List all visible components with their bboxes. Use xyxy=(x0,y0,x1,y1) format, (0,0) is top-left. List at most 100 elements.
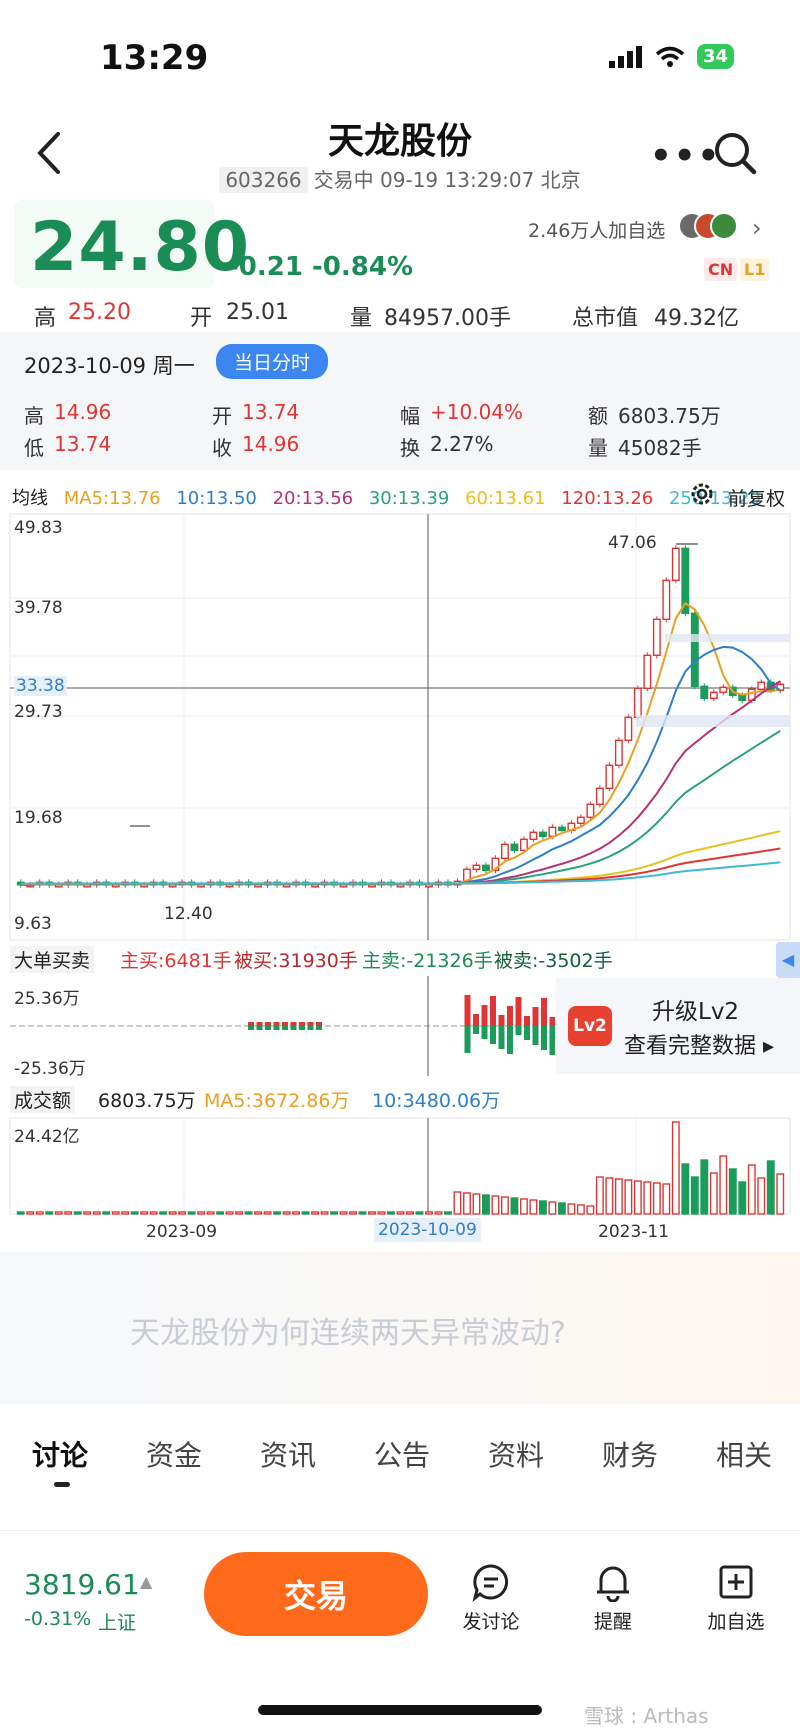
open-value: 25.01 xyxy=(226,300,289,325)
alert-button[interactable]: 提醒 xyxy=(578,1562,648,1634)
volume-bar xyxy=(330,1211,338,1215)
kline-y-top: 49.83 xyxy=(14,518,63,538)
big-order-bar xyxy=(498,1015,505,1026)
big-order-bar xyxy=(248,1026,254,1030)
big-order-bar xyxy=(248,1022,254,1026)
day-amount-label: 额 xyxy=(588,404,608,428)
followers-count[interactable]: 2.46万人加自选 xyxy=(528,216,665,243)
day-range-value: +10.04% xyxy=(430,400,524,424)
search-icon[interactable] xyxy=(712,130,758,176)
tab-profile[interactable]: 资料 xyxy=(488,1434,544,1474)
ma30-value: 30:13.39 xyxy=(368,488,450,509)
index-name: 上证 xyxy=(98,1612,137,1634)
volume-bar xyxy=(16,1211,25,1215)
adjust-mode[interactable]: 前复权 xyxy=(728,484,785,511)
volume-bar xyxy=(557,1202,566,1215)
volume-bar xyxy=(140,1211,149,1215)
volume-y-top: 24.42亿 xyxy=(14,1127,80,1147)
volume-bar xyxy=(263,1211,272,1215)
candle-body xyxy=(652,618,661,657)
candle-body xyxy=(519,838,528,851)
tab-finance[interactable]: 财务 xyxy=(602,1434,658,1474)
big-order-bar xyxy=(282,1026,288,1030)
day-open-value: 13.74 xyxy=(242,400,300,424)
volume-bar xyxy=(102,1211,111,1215)
tab-news[interactable]: 资讯 xyxy=(260,1434,316,1474)
volume-bar xyxy=(187,1211,196,1215)
lv2-title: 升级Lv2 xyxy=(652,999,740,1025)
add-label: 加自选 xyxy=(707,1611,765,1633)
news-banner[interactable]: 天龙股份为何连续两天异常波动? xyxy=(0,1252,800,1404)
big-order-bar xyxy=(290,1022,297,1026)
ma20-value: 20:13.56 xyxy=(272,488,354,509)
volume-bar xyxy=(311,1211,320,1215)
discuss-label: 发讨论 xyxy=(462,1611,520,1633)
volume-bar xyxy=(254,1211,263,1215)
tab-related[interactable]: 相关 xyxy=(716,1434,772,1474)
big-order-bar xyxy=(316,1022,322,1026)
kline-y-cross: 33.38 xyxy=(14,676,67,696)
volume-header: 成交额 6803.75万 MA5:3672.86万 10:3480.06万 xyxy=(0,1084,800,1114)
collapse-arrow-icon[interactable]: ◀ xyxy=(776,942,800,978)
volume-bar xyxy=(130,1211,139,1215)
candle-body xyxy=(643,654,652,690)
day-close-label: 收 xyxy=(212,436,232,460)
gear-icon[interactable] xyxy=(688,480,716,508)
volume-bar xyxy=(766,1160,775,1215)
tab-discuss[interactable]: 讨论 xyxy=(32,1434,88,1474)
volume-bar xyxy=(662,1183,671,1215)
volume-label: 量 xyxy=(350,306,373,331)
big-order-bar xyxy=(507,1006,513,1026)
day-close-value: 14.96 xyxy=(242,432,300,456)
big-order-bar xyxy=(473,1026,479,1034)
status-icons: 34 xyxy=(608,44,734,69)
volume-bar xyxy=(605,1177,614,1215)
lv2-upgrade-card[interactable]: Lv2 升级Lv2 查看完整数据 ▸ xyxy=(556,978,800,1074)
intraday-button[interactable]: 当日分时 xyxy=(216,344,329,379)
add-watchlist-button[interactable]: 加自选 xyxy=(700,1562,772,1634)
price-change-pct: -0.84% xyxy=(312,252,413,282)
tab-funds[interactable]: 资金 xyxy=(146,1434,202,1474)
stock-code: 603266 xyxy=(219,167,308,193)
index-value[interactable]: 3819.61 xyxy=(24,1568,140,1601)
big-order-bar xyxy=(515,997,522,1026)
main-buy: 主买:6481手 xyxy=(120,950,232,972)
more-options-icon[interactable]: ••• xyxy=(650,136,721,176)
big-order-bar xyxy=(265,1022,271,1026)
main-sell: 主卖:-21326手 xyxy=(362,950,493,972)
kline-chart[interactable] xyxy=(0,512,800,942)
day-low-label: 低 xyxy=(24,436,44,460)
volume-bar xyxy=(709,1172,718,1215)
trade-button[interactable]: 交易 xyxy=(204,1552,428,1636)
discuss-button[interactable]: 发讨论 xyxy=(456,1562,526,1634)
day-turnover-value: 2.27% xyxy=(430,432,494,456)
avatar xyxy=(710,212,738,240)
kline-y-4: 19.68 xyxy=(14,808,63,828)
big-order-bar xyxy=(282,1022,288,1026)
chevron-right-icon[interactable]: › xyxy=(752,214,762,242)
day-vol-label: 量 xyxy=(588,436,608,460)
big-order-bar xyxy=(490,996,496,1026)
big-order-bar xyxy=(256,1022,263,1026)
ma10-value: 10:13.50 xyxy=(176,488,257,509)
current-price: 24.80 xyxy=(30,208,251,287)
candle-body xyxy=(472,864,481,870)
home-indicator xyxy=(258,1705,542,1715)
volume-label: 成交额 xyxy=(10,1086,76,1113)
trading-status: 交易中 09-19 13:29:07 北京 xyxy=(313,168,581,192)
tab-announcements[interactable]: 公告 xyxy=(374,1434,430,1474)
volume-bar xyxy=(614,1178,623,1215)
follower-avatars[interactable] xyxy=(678,212,742,242)
volume-bar xyxy=(728,1168,737,1215)
day-open-label: 开 xyxy=(212,404,232,428)
big-order-bar xyxy=(524,1026,530,1040)
candle-body xyxy=(719,686,728,694)
open-label: 开 xyxy=(190,306,213,331)
candle-body xyxy=(671,547,680,581)
volume-bar xyxy=(700,1159,709,1215)
day-turnover-label: 换 xyxy=(400,436,420,460)
bell-icon xyxy=(597,1566,629,1603)
volume-bar xyxy=(197,1211,206,1215)
volume-bar xyxy=(624,1179,633,1215)
volume-bar xyxy=(149,1211,158,1215)
